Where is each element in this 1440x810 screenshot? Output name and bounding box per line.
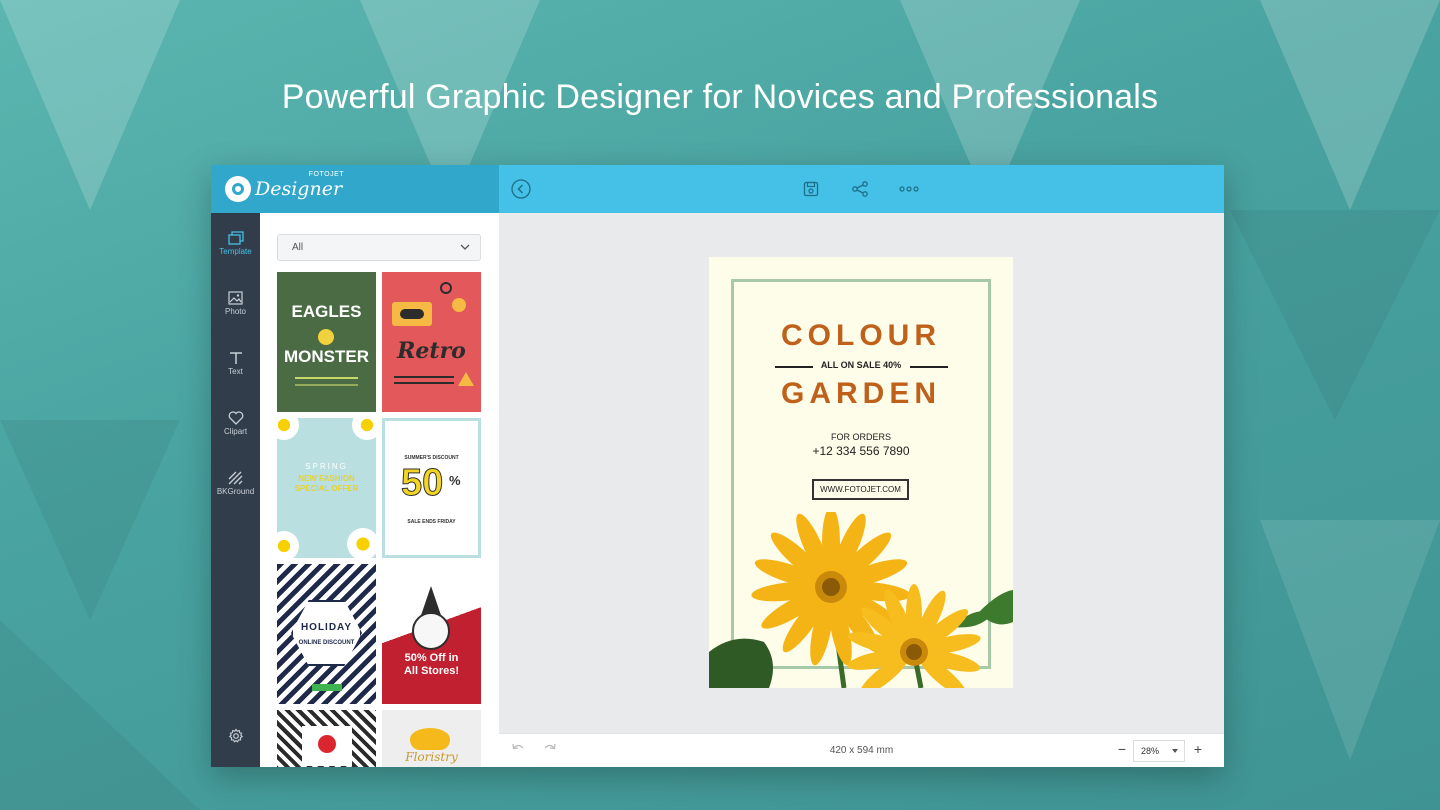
template-thumb-chevron[interactable] bbox=[277, 710, 376, 767]
daisy-icon bbox=[277, 531, 299, 558]
bottom-bar: 420 x 594 mm − 28% + bbox=[499, 733, 1224, 767]
brand-logo[interactable]: Designer FOTOJET bbox=[255, 171, 344, 200]
poster-phone[interactable]: +12 334 556 7890 bbox=[709, 444, 1013, 458]
daisy-icon bbox=[277, 418, 299, 440]
template-thumb-floristry[interactable]: Floristry bbox=[382, 710, 481, 767]
thumb-text: MONSTER bbox=[284, 347, 369, 366]
text-icon bbox=[229, 352, 242, 364]
poster-orders[interactable]: FOR ORDERS bbox=[709, 432, 1013, 442]
left-nav: Template Photo Text Clipart BKGround bbox=[211, 213, 260, 767]
zoom-out-button[interactable]: − bbox=[1115, 741, 1129, 757]
zoom-in-button[interactable]: + bbox=[1191, 741, 1205, 757]
thumb-text: % bbox=[449, 473, 461, 488]
thumb-text: Retro bbox=[397, 338, 466, 364]
thumb-text: NEW FASHION bbox=[298, 474, 355, 483]
thumb-text: 50 bbox=[400, 462, 444, 504]
nav-photo[interactable]: Photo bbox=[211, 291, 260, 316]
chevron-down-icon bbox=[460, 244, 470, 250]
record-icon bbox=[440, 282, 452, 294]
poster-sale[interactable]: ALL ON SALE 40% bbox=[709, 360, 1013, 370]
page-headline: Powerful Graphic Designer for Novices an… bbox=[281, 78, 1159, 116]
poster-title-2[interactable]: GARDEN bbox=[709, 377, 1013, 411]
nav-background[interactable]: BKGround bbox=[211, 471, 260, 496]
nav-clipart[interactable]: Clipart bbox=[211, 411, 260, 436]
heart-icon bbox=[228, 411, 243, 425]
more-icon[interactable] bbox=[899, 179, 919, 199]
poster-canvas[interactable]: COLOUR ALL ON SALE 40% GARDEN FOR ORDERS… bbox=[709, 257, 1013, 688]
caret-down-icon bbox=[1172, 749, 1178, 753]
poster-website[interactable]: WWW.FOTOJET.COM bbox=[812, 479, 909, 500]
app-window: Designer FOTOJET Template Photo Text Cli… bbox=[211, 165, 1224, 767]
brand-name: Designer bbox=[255, 178, 343, 200]
photo-icon bbox=[228, 291, 243, 305]
thumb-text: All Stores! bbox=[403, 665, 459, 677]
gear-icon bbox=[228, 728, 243, 743]
thumb-text: ONLINE DISCOUNT bbox=[298, 640, 355, 646]
category-value: All bbox=[292, 242, 304, 253]
thumb-text: SPRING bbox=[305, 462, 348, 471]
zoom-dropdown[interactable]: 28% bbox=[1133, 740, 1185, 762]
template-thumb-christmas[interactable]: 50% Off in All Stores! bbox=[382, 564, 481, 704]
flower-image[interactable] bbox=[709, 512, 1013, 688]
nav-background-label: BKGround bbox=[216, 487, 255, 496]
nav-template-label: Template bbox=[219, 247, 252, 256]
save-icon[interactable] bbox=[801, 179, 821, 199]
share-icon[interactable] bbox=[850, 179, 870, 199]
template-thumb-holiday[interactable]: HOLIDAY ONLINE DISCOUNT bbox=[277, 564, 376, 704]
nav-photo-label: Photo bbox=[225, 307, 246, 316]
category-dropdown[interactable]: All bbox=[277, 234, 481, 261]
canvas-workspace: COLOUR ALL ON SALE 40% GARDEN FOR ORDERS… bbox=[499, 213, 1224, 733]
thumb-text: 50% Off in bbox=[404, 652, 459, 664]
thumb-text: SPECIAL OFFER bbox=[294, 484, 359, 493]
template-panel: All EAGLES MONSTER Retro SPRING NEW FASH… bbox=[260, 213, 499, 767]
zoom-value: 28% bbox=[1141, 746, 1160, 756]
ball-icon bbox=[318, 329, 334, 345]
template-icon bbox=[227, 231, 244, 245]
thumb-text: EAGLES bbox=[291, 302, 362, 321]
background-icon bbox=[228, 471, 243, 485]
template-thumb-retro[interactable]: Retro bbox=[382, 272, 481, 412]
settings-button[interactable] bbox=[211, 728, 260, 746]
thumb-text: Floristry bbox=[405, 750, 458, 764]
thumb-text: HOLIDAY bbox=[300, 622, 353, 633]
thumb-text: SALE ENDS FRIDAY bbox=[407, 519, 456, 525]
template-thumb-summer[interactable]: SUMMER'S DISCOUNT 50 % SALE ENDS FRIDAY bbox=[382, 418, 481, 558]
thumb-text: SUMMER'S DISCOUNT bbox=[404, 455, 459, 461]
template-thumb-eagles[interactable]: EAGLES MONSTER bbox=[277, 272, 376, 412]
nav-template[interactable]: Template bbox=[211, 231, 260, 256]
nav-text[interactable]: Text bbox=[211, 351, 260, 376]
daisy-icon bbox=[352, 418, 376, 440]
nav-text-label: Text bbox=[228, 367, 243, 376]
logo-icon bbox=[225, 176, 251, 202]
top-toolbar bbox=[499, 165, 1224, 213]
poster-title-1[interactable]: COLOUR bbox=[709, 319, 1013, 353]
nav-clipart-label: Clipart bbox=[223, 427, 248, 436]
brand-bar: Designer FOTOJET bbox=[211, 165, 499, 213]
template-thumb-spring[interactable]: SPRING NEW FASHION SPECIAL OFFER bbox=[277, 418, 376, 558]
ornament-icon bbox=[412, 612, 450, 650]
back-icon[interactable] bbox=[511, 179, 531, 199]
brand-sub: FOTOJET bbox=[308, 171, 345, 178]
flower-icon bbox=[410, 728, 450, 750]
daisy-icon bbox=[347, 528, 376, 558]
